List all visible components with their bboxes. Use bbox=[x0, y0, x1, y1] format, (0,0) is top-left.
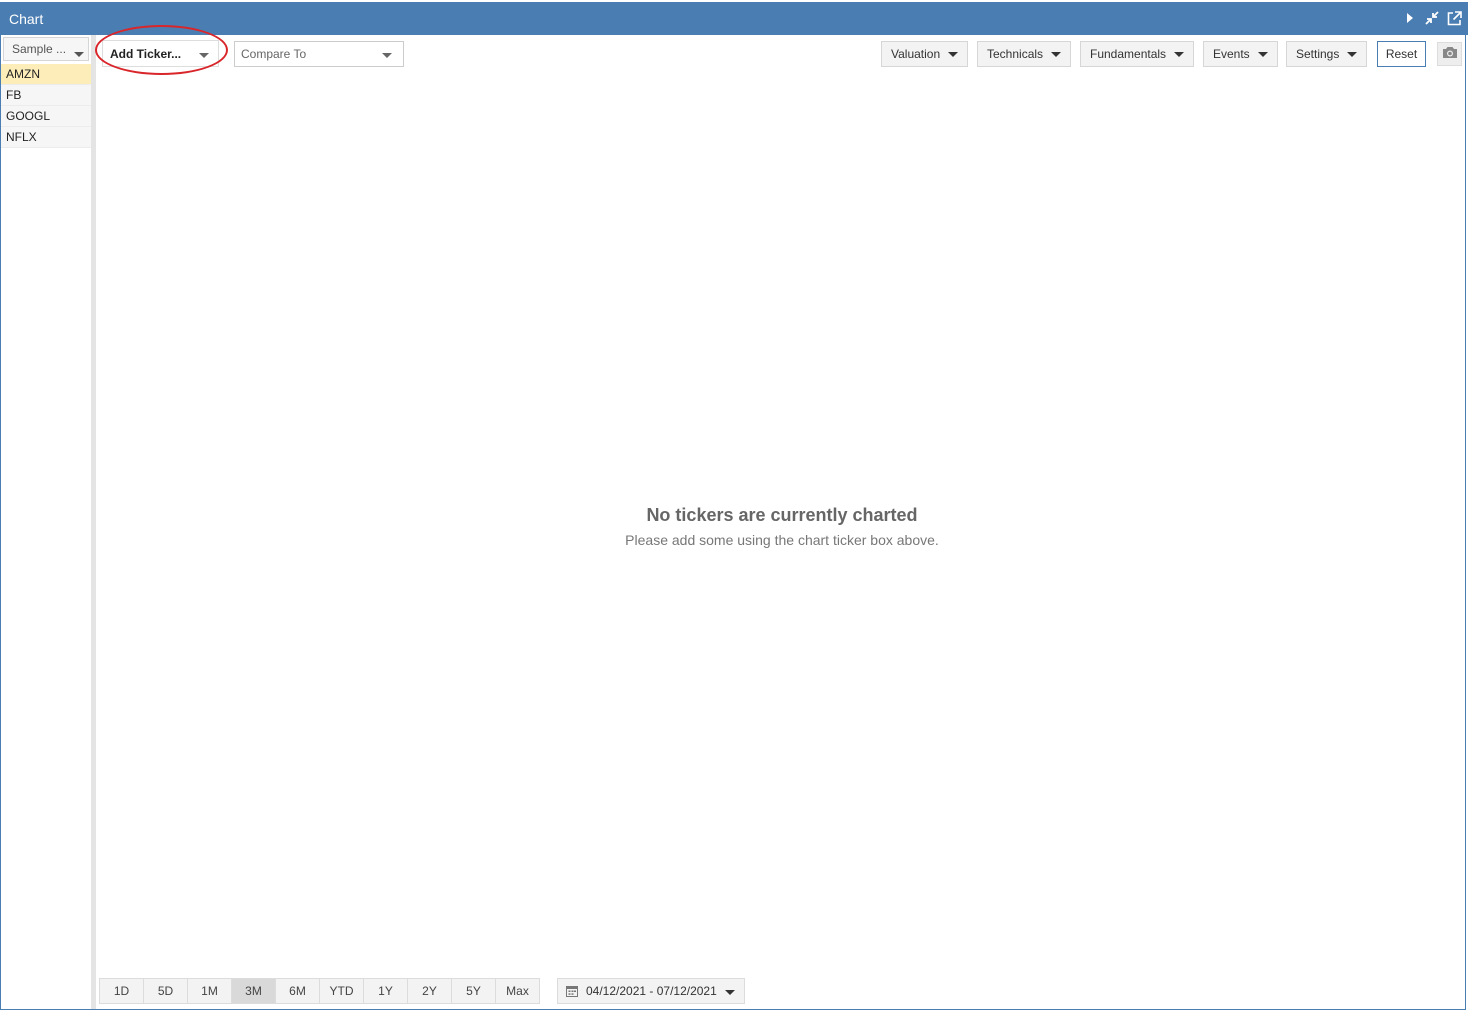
compare-to-input[interactable]: Compare To bbox=[234, 41, 404, 67]
date-range-picker[interactable]: 04/12/2021 - 07/12/2021 bbox=[557, 978, 745, 1004]
add-ticker-label: Add Ticker... bbox=[110, 46, 182, 61]
range-button-2y[interactable]: 2Y bbox=[407, 978, 452, 1004]
range-button-1d[interactable]: 1D bbox=[99, 978, 144, 1004]
range-button-ytd[interactable]: YTD bbox=[319, 978, 364, 1004]
valuation-label: Valuation bbox=[891, 47, 941, 61]
fundamentals-label: Fundamentals bbox=[1090, 47, 1167, 61]
range-button-3m[interactable]: 3M bbox=[231, 978, 276, 1004]
chevron-down-icon bbox=[74, 46, 84, 60]
add-ticker-dropdown[interactable]: Add Ticker... bbox=[102, 40, 219, 67]
range-button-5y[interactable]: 5Y bbox=[451, 978, 496, 1004]
compare-to-placeholder: Compare To bbox=[241, 47, 307, 61]
technicals-menu-button[interactable]: Technicals bbox=[977, 41, 1071, 67]
range-button-max[interactable]: Max bbox=[495, 978, 540, 1004]
watchlist-select[interactable]: Sample ... bbox=[3, 37, 89, 61]
watchlist-sidebar: Sample ... AMZN FB GOOGL NFLX bbox=[1, 35, 96, 1009]
technicals-label: Technicals bbox=[987, 47, 1044, 61]
date-range-label: 04/12/2021 - 07/12/2021 bbox=[586, 984, 717, 998]
chevron-down-icon bbox=[1174, 52, 1184, 57]
title-bar: Chart bbox=[0, 2, 1468, 35]
settings-menu-button[interactable]: Settings bbox=[1286, 41, 1367, 67]
window-title: Chart bbox=[9, 11, 44, 27]
empty-state-subtitle: Please add some using the chart ticker b… bbox=[625, 532, 939, 548]
range-button-6m[interactable]: 6M bbox=[275, 978, 320, 1004]
ticker-item-fb[interactable]: FB bbox=[1, 85, 91, 106]
ticker-list: AMZN FB GOOGL NFLX bbox=[1, 64, 91, 148]
chevron-down-icon bbox=[1347, 52, 1357, 57]
chevron-down-icon bbox=[725, 990, 735, 995]
calendar-icon bbox=[566, 985, 578, 997]
events-menu-button[interactable]: Events bbox=[1203, 41, 1278, 67]
settings-label: Settings bbox=[1296, 47, 1340, 61]
chevron-down-icon bbox=[199, 53, 209, 58]
popout-icon[interactable] bbox=[1446, 10, 1462, 26]
play-arrow-icon[interactable] bbox=[1402, 10, 1418, 26]
chevron-down-icon bbox=[948, 52, 958, 57]
ticker-item-nflx[interactable]: NFLX bbox=[1, 127, 91, 148]
camera-button[interactable] bbox=[1437, 42, 1462, 66]
collapse-icon[interactable] bbox=[1424, 10, 1440, 26]
chevron-down-icon bbox=[382, 53, 392, 58]
ticker-item-googl[interactable]: GOOGL bbox=[1, 106, 91, 127]
events-label: Events bbox=[1213, 47, 1250, 61]
reset-button[interactable]: Reset bbox=[1377, 41, 1426, 67]
range-button-group: 1D 5D 1M 3M 6M YTD 1Y 2Y 5Y Max bbox=[99, 978, 540, 1004]
ticker-item-amzn[interactable]: AMZN bbox=[1, 64, 91, 85]
range-button-5d[interactable]: 5D bbox=[143, 978, 188, 1004]
camera-icon bbox=[1442, 46, 1458, 62]
fundamentals-menu-button[interactable]: Fundamentals bbox=[1080, 41, 1194, 67]
chevron-down-icon bbox=[1258, 52, 1268, 57]
valuation-menu-button[interactable]: Valuation bbox=[881, 41, 968, 67]
watchlist-label: Sample ... bbox=[12, 42, 67, 56]
empty-state-title: No tickers are currently charted bbox=[646, 505, 918, 525]
range-button-1y[interactable]: 1Y bbox=[363, 978, 408, 1004]
range-button-1m[interactable]: 1M bbox=[187, 978, 232, 1004]
chevron-down-icon bbox=[1051, 52, 1061, 57]
